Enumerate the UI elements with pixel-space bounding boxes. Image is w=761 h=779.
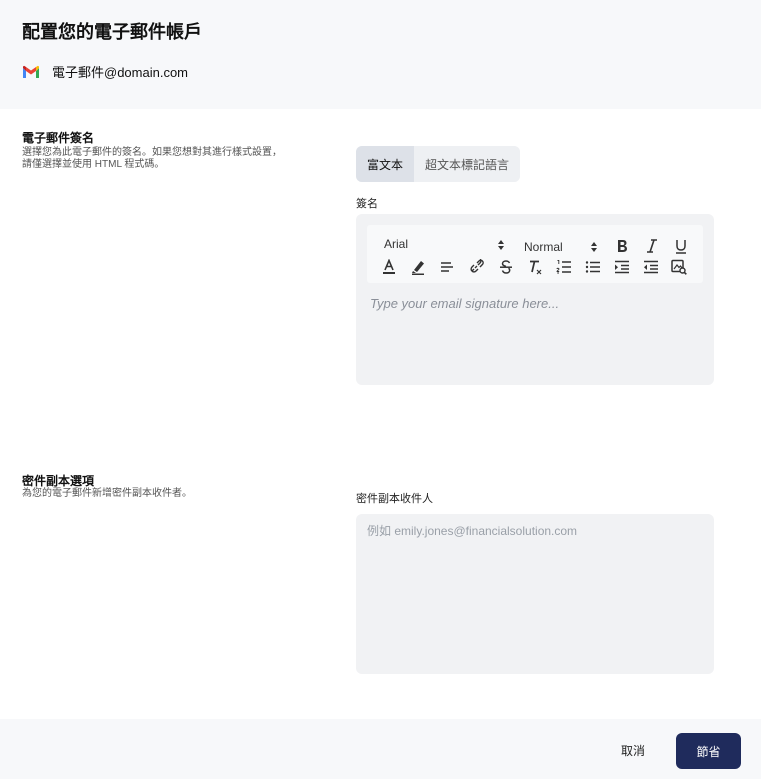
font-select-value: Arial — [384, 237, 409, 251]
header: 配置您的電子郵件帳戶 電子郵件@domain.com — [0, 0, 761, 109]
underline-button[interactable] — [672, 237, 690, 255]
signature-editor[interactable]: Arial Normal Type your email signature h… — [356, 214, 714, 385]
align-left-icon — [441, 262, 453, 272]
text-color-button[interactable] — [380, 258, 398, 276]
signature-editor-placeholder: Type your email signature here... — [370, 296, 560, 311]
italic-icon — [647, 239, 657, 253]
footer: 取消 節省 — [0, 719, 761, 779]
highlight-icon — [412, 261, 424, 275]
signature-field-label: 簽名 — [356, 198, 378, 210]
image-search-icon — [671, 259, 687, 275]
ordered-list-button[interactable] — [555, 258, 573, 276]
bcc-recipients-input[interactable] — [356, 514, 714, 674]
italic-button[interactable] — [643, 237, 661, 255]
link-button[interactable] — [467, 258, 485, 276]
tab-rich-text[interactable]: 富文本 — [356, 146, 415, 182]
select-arrows-icon — [591, 242, 597, 252]
outdent-button[interactable] — [642, 258, 660, 276]
save-button[interactable]: 節省 — [676, 733, 741, 769]
strikethrough-button[interactable] — [497, 258, 515, 276]
bcc-section-description: 為您的電子郵件新增密件副本收件者。 — [22, 488, 192, 499]
align-button[interactable] — [438, 258, 456, 276]
image-button[interactable] — [670, 258, 688, 276]
page-title: 配置您的電子郵件帳戶 — [22, 22, 202, 42]
text-color-icon — [383, 259, 395, 274]
link-icon — [470, 259, 484, 273]
bold-icon — [618, 240, 627, 252]
account-row: 電子郵件@domain.com — [22, 62, 188, 81]
clear-format-button[interactable] — [526, 258, 544, 276]
select-arrows-icon — [498, 240, 504, 250]
signature-section-description: 選擇您為此電子郵件的簽名。如果您想對其進行樣式設置， 請僅選擇並使用 HTML … — [22, 147, 282, 170]
cancel-button[interactable]: 取消 — [608, 733, 658, 767]
highlight-button[interactable] — [409, 258, 427, 276]
strikethrough-icon — [500, 260, 512, 274]
size-select-value: Normal — [524, 240, 563, 254]
size-select[interactable]: Normal — [524, 239, 599, 255]
bcc-section-title: 密件副本選項 — [22, 474, 95, 488]
editor-toolbar: Arial Normal — [367, 225, 703, 283]
tab-html[interactable]: 超文本標記語言 — [414, 146, 521, 182]
indent-button[interactable] — [613, 258, 631, 276]
underline-icon — [676, 240, 686, 254]
clear-format-icon — [530, 260, 542, 275]
ordered-list-icon — [556, 260, 571, 274]
signature-section-title: 電子郵件簽名 — [22, 131, 95, 145]
gmail-icon — [23, 65, 39, 78]
bullet-list-button[interactable] — [584, 258, 602, 276]
indent-icon — [615, 260, 629, 274]
bullet-list-icon — [585, 261, 600, 273]
account-email: 電子郵件@domain.com — [52, 65, 189, 80]
bcc-field-label: 密件副本收件人 — [356, 493, 433, 505]
font-select[interactable]: Arial — [384, 236, 504, 252]
signature-mode-tabs: 富文本 超文本標記語言 — [356, 146, 521, 182]
bold-button[interactable] — [613, 237, 631, 255]
outdent-icon — [644, 260, 658, 274]
